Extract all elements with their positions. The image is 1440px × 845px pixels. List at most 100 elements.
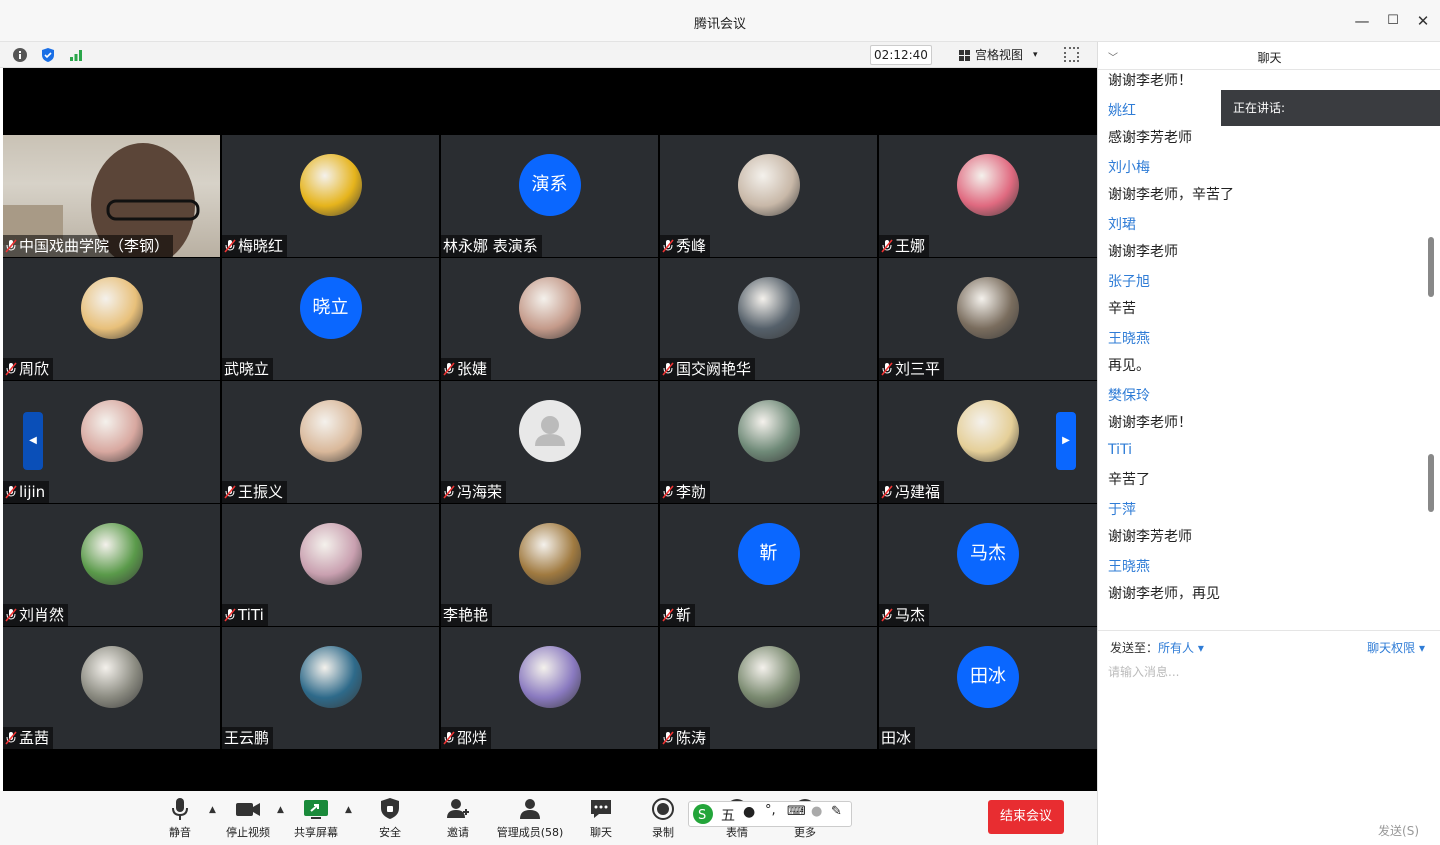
- fullscreen-icon[interactable]: [1064, 47, 1079, 62]
- chat-message-text: 谢谢李老师: [1108, 244, 1178, 260]
- muted-mic-icon: [881, 485, 893, 499]
- security-shield-icon[interactable]: [40, 47, 56, 63]
- signal-icon[interactable]: [68, 47, 84, 63]
- ime-mode-label: 五: [721, 808, 735, 824]
- scrollbar-thumb-secondary[interactable]: [1428, 454, 1434, 512]
- participant-tile[interactable]: 演系 林永娜 表演系: [441, 135, 658, 257]
- user-icon: ●: [811, 804, 823, 819]
- participant-tile[interactable]: 国交阙艳华: [660, 258, 877, 380]
- participant-tile[interactable]: 周欣: [3, 258, 220, 380]
- participant-name-tag: 陈涛: [660, 727, 711, 749]
- maximize-button[interactable]: ☐: [1383, 10, 1403, 32]
- record-button[interactable]: 录制: [633, 797, 693, 841]
- view-mode-dropdown[interactable]: 宫格视图 ▾: [951, 45, 1046, 65]
- participant-name-tag: TiTi: [222, 604, 268, 626]
- participant-tile[interactable]: 孟茜: [3, 627, 220, 749]
- video-options-caret[interactable]: ▲: [277, 805, 284, 815]
- participant-tile[interactable]: 王云鹏: [222, 627, 439, 749]
- participant-tile[interactable]: 王振义: [222, 381, 439, 503]
- share-screen-button[interactable]: 共享屏幕: [286, 797, 346, 841]
- muted-mic-icon: [5, 731, 17, 745]
- participant-tile[interactable]: TiTi: [222, 504, 439, 626]
- chat-permission-dropdown[interactable]: 聊天权限 ▾: [1367, 639, 1425, 656]
- chat-sender-name[interactable]: TiTi: [1108, 442, 1132, 458]
- participant-tile[interactable]: 马杰 马杰: [879, 504, 1097, 626]
- participant-tile[interactable]: 冯海荣: [441, 381, 658, 503]
- participant-name-tag: 王振义: [222, 481, 288, 503]
- chat-sender-name[interactable]: 刘珺: [1108, 214, 1136, 234]
- participant-name-tag: 李勍: [660, 481, 711, 503]
- muted-mic-icon: [881, 362, 893, 376]
- avatar: 田冰: [957, 646, 1019, 708]
- chat-icon: [591, 800, 611, 818]
- participant-tile[interactable]: 秀峰: [660, 135, 877, 257]
- end-meeting-button[interactable]: 结束会议: [988, 800, 1064, 834]
- participant-tile[interactable]: 张婕: [441, 258, 658, 380]
- participant-tile[interactable]: 梅晓红: [222, 135, 439, 257]
- participant-tile[interactable]: 刘三平: [879, 258, 1097, 380]
- avatar: [737, 400, 800, 462]
- chat-sender-name[interactable]: 王晓燕: [1108, 328, 1150, 348]
- chat-sender-name[interactable]: 张子旭: [1108, 271, 1150, 291]
- participant-tile[interactable]: 陈涛: [660, 627, 877, 749]
- participant-name: 林永娜 表演系: [443, 237, 538, 255]
- close-button[interactable]: ✕: [1413, 10, 1433, 32]
- participant-tile[interactable]: 刘肖然: [3, 504, 220, 626]
- participant-name-tag: 周欣: [3, 358, 54, 380]
- participant-tile[interactable]: 李勍: [660, 381, 877, 503]
- next-page-button[interactable]: ▶: [1056, 412, 1076, 470]
- chat-sender-name[interactable]: 刘小梅: [1108, 157, 1150, 177]
- chat-sender-name[interactable]: 樊保玲: [1108, 385, 1150, 405]
- muted-mic-icon: [224, 608, 236, 622]
- ime-toolbar[interactable]: S 五 ● °, ⌨ ● ✎: [688, 801, 852, 827]
- minimize-button[interactable]: —: [1352, 10, 1372, 32]
- avatar: [737, 646, 800, 708]
- participant-tile[interactable]: 邵烊: [441, 627, 658, 749]
- avatar: [518, 523, 581, 585]
- chat-sender-name[interactable]: 姚红: [1108, 100, 1136, 120]
- avatar: [299, 400, 362, 462]
- participant-name-tag: 冯海荣: [441, 481, 507, 503]
- participant-tile[interactable]: 中国戏曲学院（李钢）: [3, 135, 220, 257]
- avatar: [737, 277, 800, 339]
- wrench-icon: ✎: [831, 804, 842, 819]
- send-to-value[interactable]: 所有人 ▾: [1158, 641, 1204, 655]
- chat-messages: 谢谢李老师！ 姚红 感谢李芳老师 刘小梅 谢谢李老师，辛苦了 刘珺 谢谢李老师 张子旭 辛苦 王晓…: [1098, 70, 1440, 630]
- info-icon[interactable]: [12, 47, 28, 63]
- participant-tile[interactable]: 晓立 武晓立: [222, 258, 439, 380]
- meeting-timer: 02:12:40: [870, 45, 932, 65]
- message-input[interactable]: 请输入消息...: [1108, 663, 1179, 680]
- chat-compose: 发送至：所有人 ▾ 聊天权限 ▾ 请输入消息... 发送(S): [1098, 630, 1440, 845]
- participant-tile[interactable]: 靳靳: [660, 504, 877, 626]
- muted-mic-icon: [5, 608, 17, 622]
- muted-mic-icon: [443, 731, 455, 745]
- participant-tile[interactable]: 王娜: [879, 135, 1097, 257]
- manage-members-button[interactable]: 管理成员(58): [494, 797, 566, 841]
- participant-name: 刘肖然: [19, 606, 65, 624]
- participant-tile[interactable]: 李艳艳: [441, 504, 658, 626]
- participant-name: 王云鹏: [224, 729, 270, 747]
- stop-video-button[interactable]: 停止视频: [218, 797, 278, 841]
- muted-mic-icon: [443, 485, 455, 499]
- send-button[interactable]: 发送(S): [1378, 822, 1419, 839]
- invite-button[interactable]: 邀请: [428, 797, 488, 841]
- share-screen-icon: [304, 800, 328, 819]
- muted-mic-icon: [881, 239, 893, 253]
- participant-name: 冯海荣: [457, 483, 503, 501]
- mute-button[interactable]: 静音: [150, 797, 210, 841]
- grid-view-icon: [959, 50, 970, 61]
- mic-options-caret[interactable]: ▲: [209, 805, 216, 815]
- chat-sender-name[interactable]: 王晓燕: [1108, 556, 1150, 576]
- avatar: [957, 277, 1019, 339]
- security-button[interactable]: 安全: [360, 797, 420, 841]
- scrollbar-thumb[interactable]: [1428, 237, 1434, 297]
- participant-name: 周欣: [19, 360, 50, 378]
- participant-tile[interactable]: 田冰 田冰: [879, 627, 1097, 749]
- prev-page-button[interactable]: ◀: [23, 412, 43, 470]
- chat-message-text: 谢谢李老师，辛苦了: [1108, 187, 1234, 203]
- members-label: 管理成员(58): [496, 826, 564, 839]
- chat-button[interactable]: 聊天: [571, 797, 631, 841]
- send-to-selector[interactable]: 发送至：所有人 ▾: [1110, 639, 1204, 656]
- share-options-caret[interactable]: ▲: [345, 805, 352, 815]
- chat-sender-name[interactable]: 于萍: [1108, 499, 1136, 519]
